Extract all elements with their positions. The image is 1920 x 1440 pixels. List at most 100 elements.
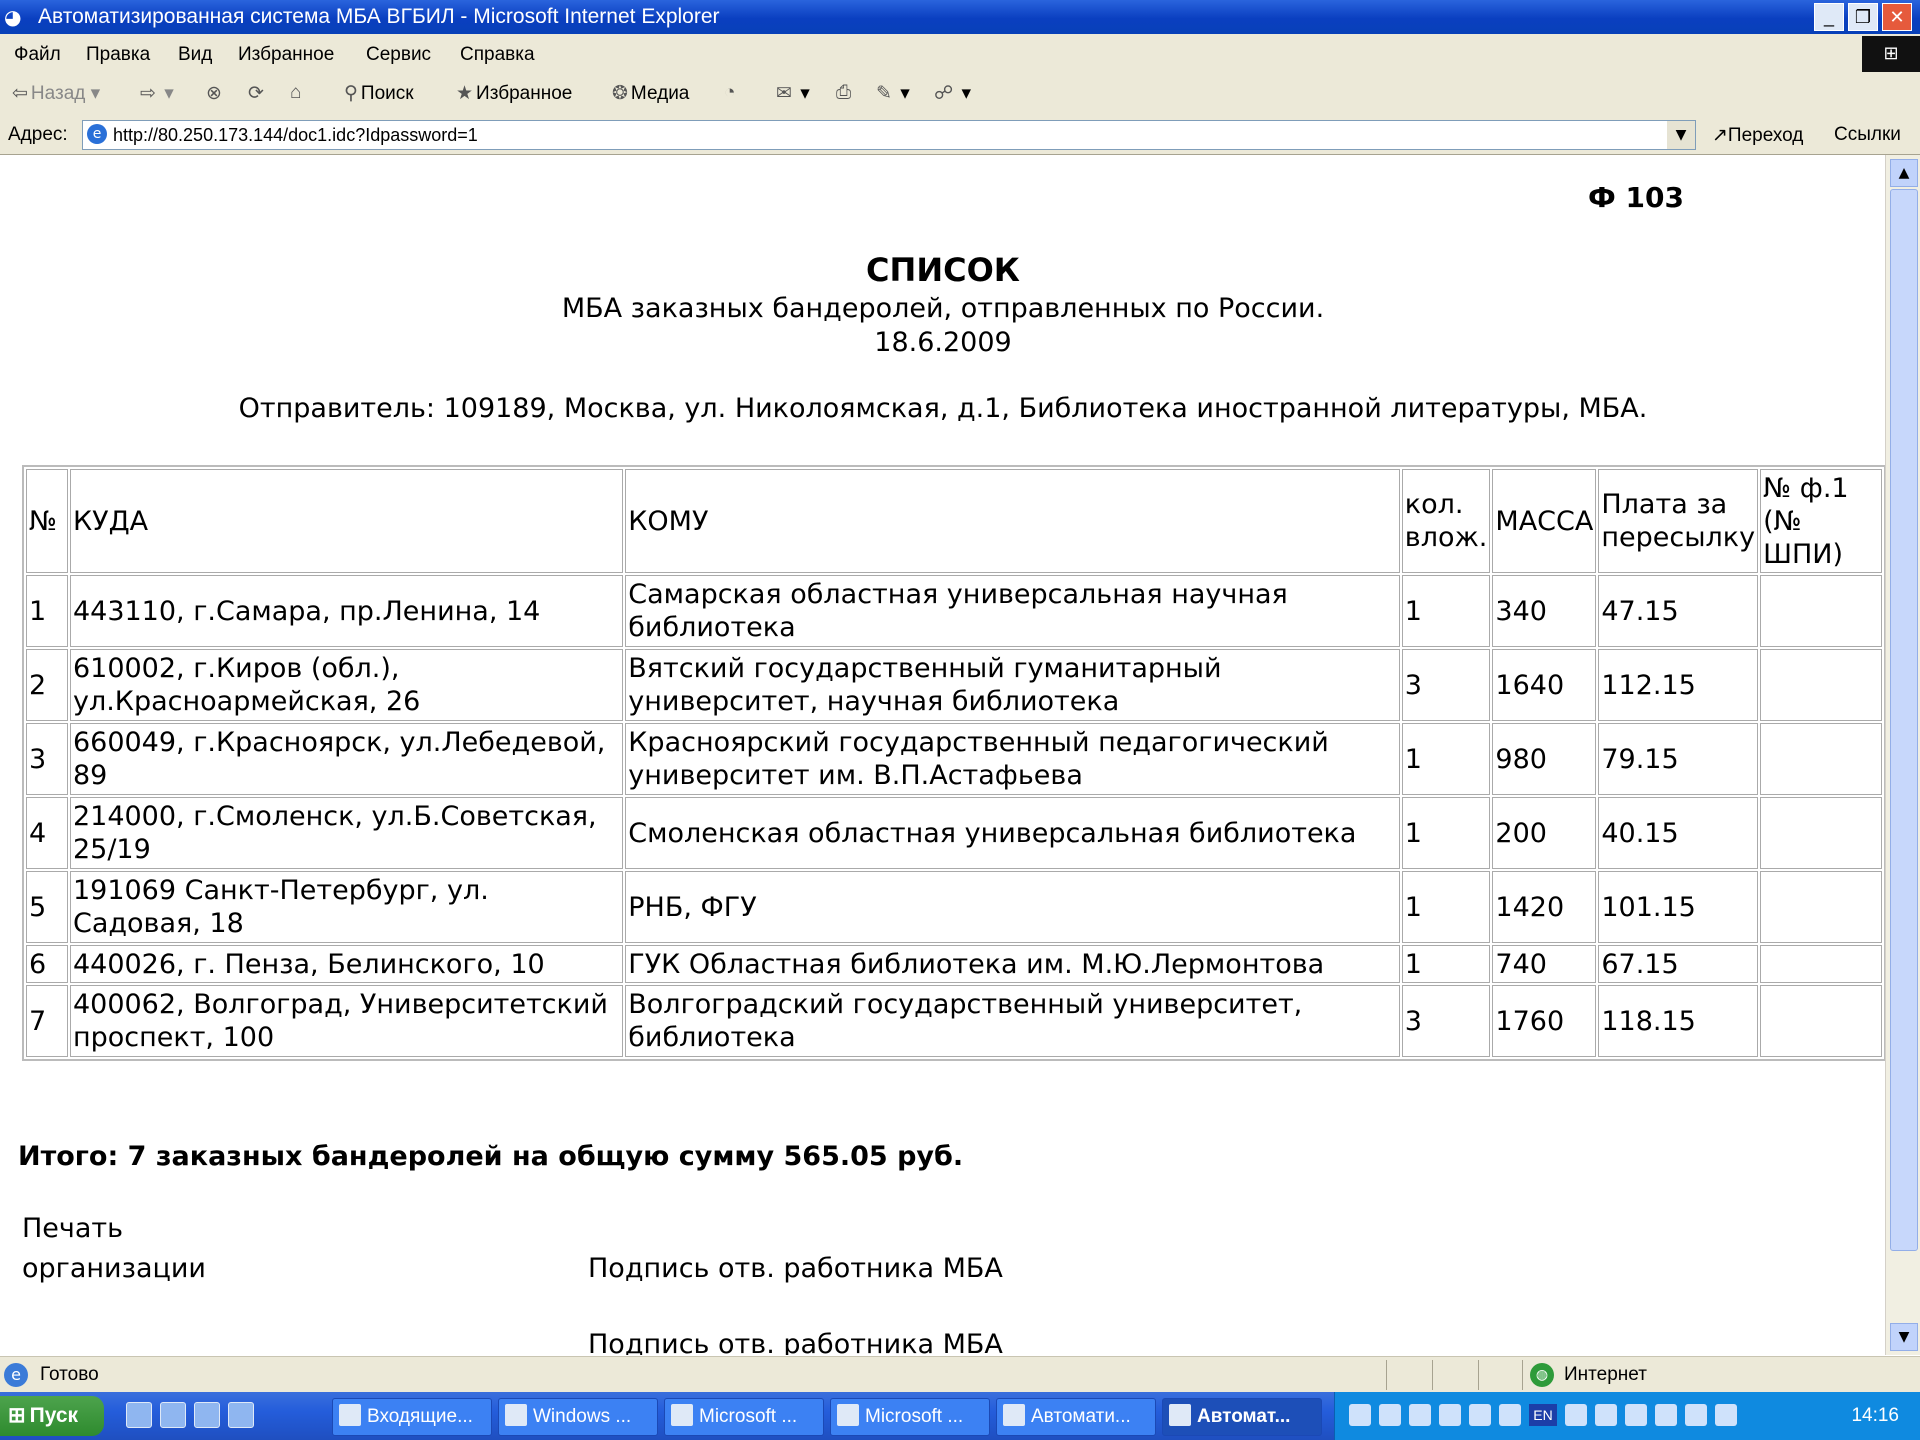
table-cell: 67.15 [1598,945,1759,983]
go-button[interactable]: ↗Переход [1712,124,1803,147]
column-header: № [26,469,68,573]
table-cell: 4 [26,797,68,869]
status-text: Готово [40,1364,99,1385]
menu-help[interactable]: Справка [460,44,535,66]
address-dropdown-icon[interactable]: ▼ [1667,121,1695,149]
task-microsoft-1[interactable]: Microsoft ... [664,1398,824,1436]
media-button[interactable]: ❂ Медиа [612,82,689,105]
scroll-down-icon[interactable]: ▼ [1890,1323,1918,1351]
chevron-down-icon: ▾ [961,83,972,104]
page-icon: e [87,124,107,144]
history-button[interactable]: ◔ [724,82,738,104]
status-divider [1522,1360,1523,1390]
menu-favorites[interactable]: Избранное [238,44,334,66]
scroll-thumb[interactable] [1890,189,1918,1251]
tray-icon[interactable] [1349,1404,1371,1426]
table-cell: РНБ, ФГУ [625,871,1400,943]
print-button[interactable]: ⎙ [836,82,854,104]
volume-icon[interactable] [1379,1404,1401,1426]
tray-icon[interactable] [1715,1404,1737,1426]
quicklaunch-desktop-icon[interactable] [126,1402,152,1428]
menu-tools[interactable]: Сервис [366,44,431,66]
menu-view[interactable]: Вид [178,44,212,66]
edit-icon: ✎ [876,83,892,104]
menu-edit[interactable]: Правка [86,44,150,66]
table-cell: 440026, г. Пенза, Белинского, 10 [69,945,624,983]
chevron-down-icon: ▾ [800,83,810,104]
status-divider [1386,1360,1387,1390]
links-button[interactable]: Ссылки [1834,124,1901,146]
tray-icon[interactable] [1499,1404,1521,1426]
refresh-button[interactable]: ⟳ [248,82,267,105]
task-windows[interactable]: Windows ... [498,1398,658,1436]
table-cell: 2 [26,649,68,721]
table-cell: 40.15 [1598,797,1759,869]
task-inbox[interactable]: Входящие... [332,1398,492,1436]
tray-icon[interactable] [1625,1404,1647,1426]
ie-icon: ◕ [4,5,22,29]
tray-icon[interactable] [1655,1404,1677,1426]
stop-icon: ⊗ [206,83,222,104]
quicklaunch-ie-icon[interactable] [228,1402,254,1428]
language-indicator[interactable]: EN [1529,1404,1557,1426]
messenger-icon: ☍ [934,83,954,104]
table-cell: Смоленская областная универсальная библи… [625,797,1400,869]
stamp-label-2: организации [22,1253,206,1284]
table-cell [1760,723,1882,795]
document-subtitle: МБА заказных бандеролей, отправленных по… [561,293,1325,324]
vertical-scrollbar[interactable]: ▲ ▼ [1885,155,1920,1355]
tray-icon[interactable] [1595,1404,1617,1426]
home-icon: ⌂ [290,82,302,103]
tray-icon[interactable] [1685,1404,1707,1426]
stop-button[interactable]: ⊗ [206,82,225,105]
page-content: Ф 103 СПИСОК МБА заказных бандеролей, от… [0,155,1886,1355]
form-number: Ф 103 [1588,181,1684,214]
table-cell: 1420 [1492,871,1597,943]
table-cell: 340 [1492,575,1597,647]
document-title: СПИСОК [866,251,1020,289]
home-button[interactable]: ⌂ [290,82,304,104]
address-label: Адрес: [8,124,68,145]
task-automated-1[interactable]: Автомати... [996,1398,1156,1436]
table-row: 7 400062, Волгоград, Университетский про… [26,985,1882,1057]
table-cell: Вятский государственный гуманитарный уни… [625,649,1400,721]
mail-button[interactable]: ✉ ▾ [776,82,810,105]
scroll-up-icon[interactable]: ▲ [1890,159,1918,187]
back-button[interactable]: ⇦ Назад ▾ [12,82,100,105]
task-automated-2[interactable]: Автомат... [1162,1398,1322,1436]
quicklaunch-media-icon[interactable] [194,1402,220,1428]
quicklaunch-outlook-icon[interactable] [160,1402,186,1428]
close-button[interactable]: ✕ [1882,3,1912,31]
menu-bar: Файл Правка Вид Избранное Сервис Справка… [0,34,1920,75]
favorites-button[interactable]: ★ Избранное [456,82,572,105]
table-cell: 740 [1492,945,1597,983]
tray-icon[interactable] [1409,1404,1431,1426]
menu-file[interactable]: Файл [14,44,61,66]
table-cell: 443110, г.Самара, пр.Ленина, 14 [69,575,624,647]
url-input[interactable] [111,123,1655,147]
security-zone: Интернет [1564,1364,1647,1385]
messenger-button[interactable]: ☍ ▾ [934,82,971,105]
table-cell: 79.15 [1598,723,1759,795]
task-microsoft-2[interactable]: Microsoft ... [830,1398,990,1436]
table-cell: Самарская областная универсальная научна… [625,575,1400,647]
table-cell: 47.15 [1598,575,1759,647]
table-cell: 1 [1401,945,1491,983]
tray-icon[interactable] [1469,1404,1491,1426]
windows-flag-icon: ⊞ [8,1404,26,1427]
minimize-button[interactable]: _ [1814,3,1844,31]
edit-button[interactable]: ✎ ▾ [876,82,910,105]
tray-icon[interactable] [1439,1404,1461,1426]
tray-icon[interactable] [1565,1404,1587,1426]
clock[interactable]: 14:16 [1851,1405,1899,1427]
status-divider [1478,1360,1479,1390]
mail-icon: ✉ [776,83,792,104]
forward-button[interactable]: ⇨ ▾ [140,82,174,105]
search-button[interactable]: ⚲ Поиск [344,82,414,105]
table-cell [1760,649,1882,721]
start-button[interactable]: ⊞ Пуск [0,1396,104,1436]
address-field[interactable]: e ▼ [82,120,1696,150]
table-row: 5 191069 Санкт-Петербург, ул. Садовая, 1… [26,871,1882,943]
table-cell: 1640 [1492,649,1597,721]
restore-button[interactable]: ❐ [1848,3,1878,31]
